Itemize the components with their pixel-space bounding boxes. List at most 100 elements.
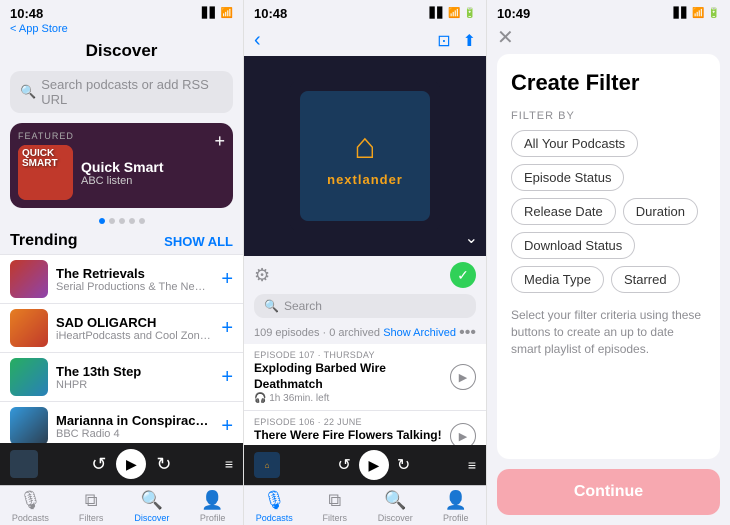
close-button[interactable]: ✕ (487, 23, 730, 54)
featured-image: QUICKSMART (18, 145, 73, 200)
page-title-1: Discover (0, 37, 243, 67)
trending-name-1: The Retrievals (56, 266, 213, 281)
trending-item-1[interactable]: The Retrievals Serial Productions & The … (0, 254, 243, 304)
tab-discover-2[interactable]: 🔍 Discover (365, 490, 426, 523)
dot-3[interactable] (119, 218, 125, 224)
panel-podcast: 10:48 ▋▋ 📶 🔋 ‹ ⊡ ⬆ ⌂ nextlander ⌄ ⚙ ✓ 🔍 … (243, 0, 486, 525)
now-playing-bar-2[interactable]: ⌂ ↺ ▶ ↻ ≡ (244, 445, 486, 485)
trending-thumb-2 (10, 309, 48, 347)
nextlander-icon: ⌂ (354, 125, 376, 167)
filter-chips: All Your Podcasts Episode Status Release… (511, 130, 706, 293)
forward-icon-2[interactable]: ↻ (397, 455, 410, 475)
store-back-1[interactable]: < App Store (0, 23, 243, 37)
tab-discover-1[interactable]: 🔍 Discover (122, 490, 183, 523)
queue-icon-2[interactable]: ≡ (468, 457, 476, 473)
search-bar-1[interactable]: 🔍 Search podcasts or add RSS URL (10, 71, 233, 113)
podcast-controls: ⚙ ✓ (244, 256, 486, 294)
tab-podcasts-2[interactable]: 🎙 Podcasts (244, 490, 305, 523)
featured-add-icon[interactable]: + (214, 131, 225, 152)
podcasts-icon-1: 🎙 (19, 490, 42, 511)
chip-duration[interactable]: Duration (623, 198, 698, 225)
tab-podcasts-1[interactable]: 🎙 Podcasts (0, 490, 61, 523)
trending-thumb-3 (10, 358, 48, 396)
podcasts-icon-2: 🎙 (263, 490, 286, 511)
tab-filters-1[interactable]: ⧉ Filters (61, 490, 122, 523)
now-playing-bar-1[interactable]: ↺ ▶ ↻ ≡ (0, 443, 243, 485)
queue-icon-1[interactable]: ≡ (225, 456, 233, 472)
panel-create-filter: 10:49 ▋▋ 📶 🔋 ✕ Create Filter FILTER BY A… (486, 0, 730, 525)
profile-icon-1: 👤 (201, 490, 223, 511)
chip-all-podcasts[interactable]: All Your Podcasts (511, 130, 638, 157)
trending-add-2[interactable]: + (221, 317, 233, 340)
dot-4[interactable] (129, 218, 135, 224)
trending-info-2: SAD OLIGARCH iHeartPodcasts and Cool Zon… (56, 315, 213, 342)
tab-bar-1: 🎙 Podcasts ⧉ Filters 🔍 Discover 👤 Profil… (0, 485, 243, 525)
chip-episode-status[interactable]: Episode Status (511, 164, 624, 191)
tab-label-podcasts-2: Podcasts (256, 513, 293, 523)
trending-title: Trending (10, 232, 78, 250)
tab-label-profile-1: Profile (200, 513, 226, 523)
chip-download-status[interactable]: Download Status (511, 232, 635, 259)
settings-icon[interactable]: ⚙ (254, 265, 270, 286)
search-icon-2: 🔍 (264, 299, 279, 313)
episode-item-2[interactable]: EPISODE 106 · 22 JUNE There Were Fire Fl… (244, 411, 486, 445)
search-placeholder-2: Search (284, 299, 322, 313)
trending-item-2[interactable]: SAD OLIGARCH iHeartPodcasts and Cool Zon… (0, 304, 243, 353)
play-button-ep-1[interactable]: ▶ (450, 364, 476, 390)
chip-media-type[interactable]: Media Type (511, 266, 604, 293)
episode-count-bar: 109 episodes · 0 archived Show Archived … (244, 322, 486, 344)
episode-item-1[interactable]: EPISODE 107 · THURSDAY Exploding Barbed … (244, 344, 486, 411)
forward-icon-1[interactable]: ↻ (156, 454, 171, 475)
dot-1[interactable] (99, 218, 105, 224)
dot-2[interactable] (109, 218, 115, 224)
dot-5[interactable] (139, 218, 145, 224)
search-icon-1: 🔍 (20, 84, 36, 100)
rewind-icon-1[interactable]: ↺ (91, 454, 106, 475)
battery-icon-2: 🔋 (464, 8, 476, 19)
featured-title: Quick Smart (81, 159, 163, 175)
play-button-ep-2[interactable]: ▶ (450, 423, 476, 445)
nextlander-logo: ⌂ nextlander (300, 91, 430, 221)
episode-title-2: There Were Fire Flowers Talking! (254, 428, 442, 444)
status-bar-2: 10:48 ▋▋ 📶 🔋 (244, 0, 486, 23)
tab-profile-1[interactable]: 👤 Profile (182, 490, 243, 523)
np-icon-1 (10, 450, 38, 478)
trending-add-3[interactable]: + (221, 366, 233, 389)
panel-discover: 10:48 ▋▋ 📶 < App Store Discover 🔍 Search… (0, 0, 243, 525)
back-button-2[interactable]: ‹ (254, 29, 261, 52)
featured-card[interactable]: FEATURED QUICKSMART Quick Smart ABC list… (10, 123, 233, 208)
expand-icon[interactable]: ⌄ (465, 228, 478, 248)
episode-info-1: EPISODE 107 · THURSDAY Exploding Barbed … (254, 350, 442, 404)
discover-icon-2: 🔍 (384, 490, 406, 511)
trending-item-4[interactable]: Marianna in Conspiracyland BBC Radio 4 + (0, 402, 243, 443)
panel2-header: ‹ ⊡ ⬆ (244, 23, 486, 56)
share-icon[interactable]: ⬆ (463, 31, 476, 51)
chip-starred[interactable]: Starred (611, 266, 680, 293)
status-bar-3: 10:49 ▋▋ 📶 🔋 (487, 0, 730, 23)
trending-list: The Retrievals Serial Productions & The … (0, 254, 243, 443)
tab-filters-2[interactable]: ⧉ Filters (305, 490, 366, 523)
episode-search[interactable]: 🔍 Search (254, 294, 476, 318)
tab-profile-2[interactable]: 👤 Profile (426, 490, 487, 523)
subscribed-check[interactable]: ✓ (450, 262, 476, 288)
play-button-1[interactable]: ▶ (116, 449, 146, 479)
trending-item-3[interactable]: The 13th Step NHPR + (0, 353, 243, 402)
cast-icon[interactable]: ⊡ (437, 31, 450, 51)
header-icons-2: ⊡ ⬆ (437, 31, 476, 51)
trending-name-2: SAD OLIGARCH (56, 315, 213, 330)
rewind-icon-2[interactable]: ↺ (338, 455, 351, 475)
chip-release-date[interactable]: Release Date (511, 198, 616, 225)
episode-info-2: EPISODE 106 · 22 JUNE There Were Fire Fl… (254, 417, 442, 445)
trending-add-4[interactable]: + (221, 415, 233, 438)
trending-info-1: The Retrievals Serial Productions & The … (56, 266, 213, 293)
more-button[interactable]: ••• (459, 324, 476, 342)
trending-add-1[interactable]: + (221, 268, 233, 291)
play-button-2[interactable]: ▶ (359, 450, 389, 480)
featured-info: Quick Smart ABC listen (81, 159, 163, 187)
continue-button[interactable]: Continue (497, 469, 720, 515)
show-archived-button[interactable]: Show Archived (383, 327, 456, 339)
signal-icon-2: ▋▋ (430, 8, 445, 19)
show-all-button[interactable]: SHOW ALL (164, 234, 233, 249)
search-placeholder-1: Search podcasts or add RSS URL (41, 77, 223, 107)
trending-info-4: Marianna in Conspiracyland BBC Radio 4 (56, 413, 213, 440)
